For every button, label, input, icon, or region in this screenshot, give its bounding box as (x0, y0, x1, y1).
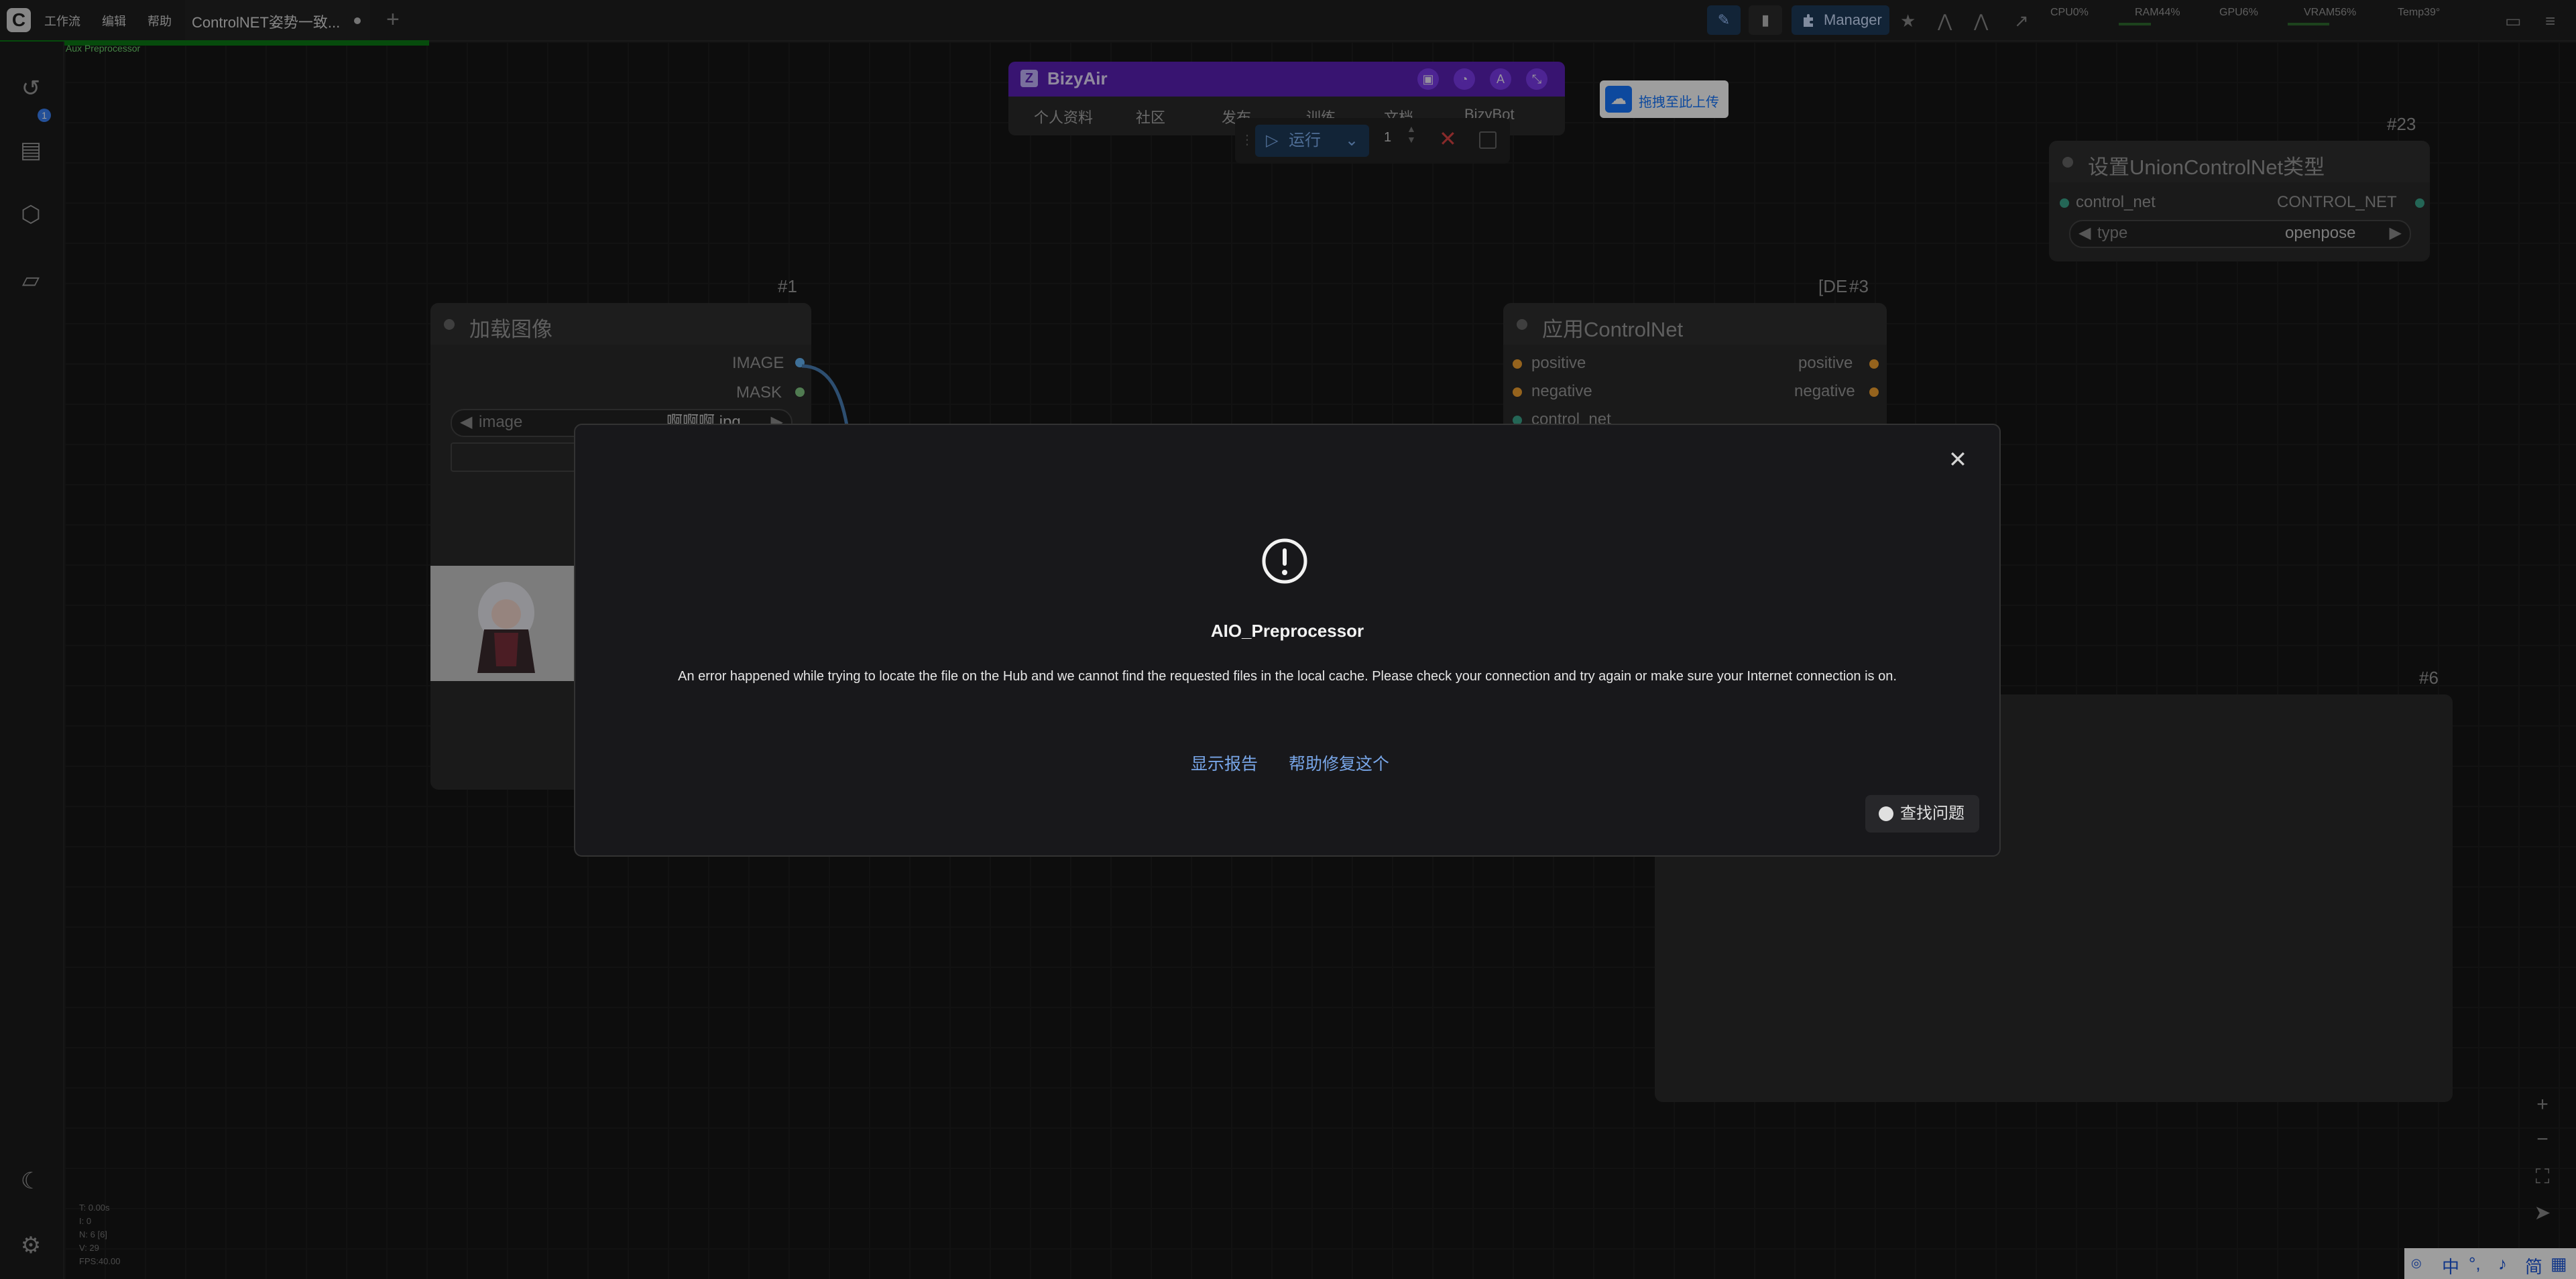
error-dialog: ✕ AIO_Preprocessor An error happened whi… (574, 424, 2001, 857)
show-report-link[interactable]: 显示报告 (1191, 751, 1258, 775)
error-exclamation-icon (1262, 538, 1307, 584)
close-icon[interactable]: ✕ (1946, 448, 1970, 472)
github-icon (1879, 806, 1893, 821)
error-message: An error happened while trying to locate… (678, 669, 1897, 684)
help-fix-link[interactable]: 帮助修复这个 (1289, 751, 1389, 775)
find-issues-button[interactable]: 查找问题 (1865, 795, 1979, 833)
error-title: AIO_Preprocessor (1210, 621, 1364, 641)
find-issues-label: 查找问题 (1900, 804, 1965, 823)
